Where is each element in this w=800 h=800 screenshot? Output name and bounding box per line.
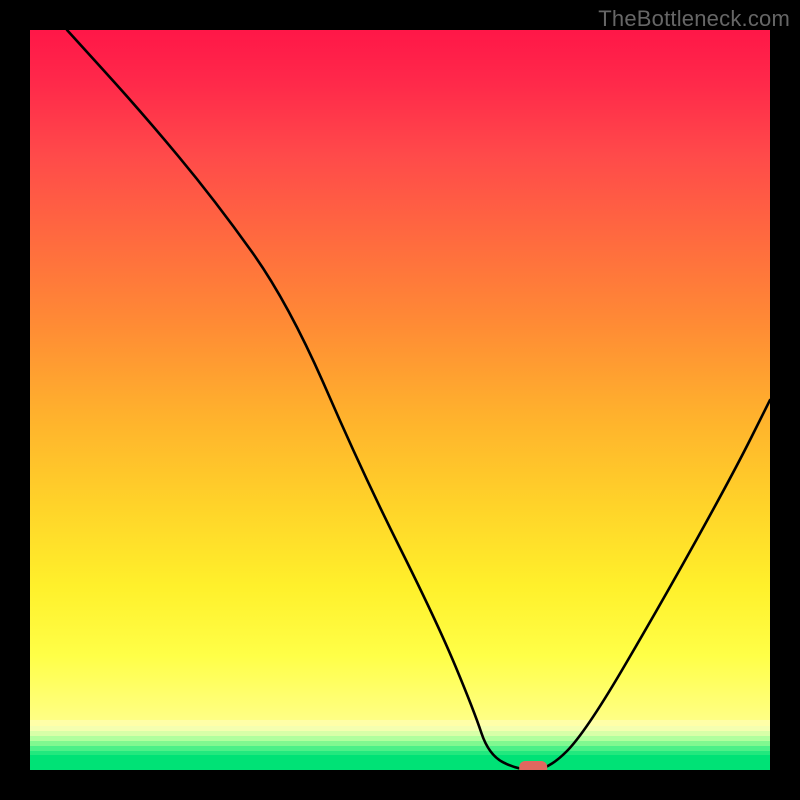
watermark-text: TheBottleneck.com bbox=[598, 6, 790, 32]
plot-area bbox=[30, 30, 770, 770]
chart-frame: TheBottleneck.com bbox=[0, 0, 800, 800]
optimum-marker bbox=[519, 761, 547, 770]
bottleneck-curve-line bbox=[67, 30, 770, 770]
chart-svg bbox=[30, 30, 770, 770]
